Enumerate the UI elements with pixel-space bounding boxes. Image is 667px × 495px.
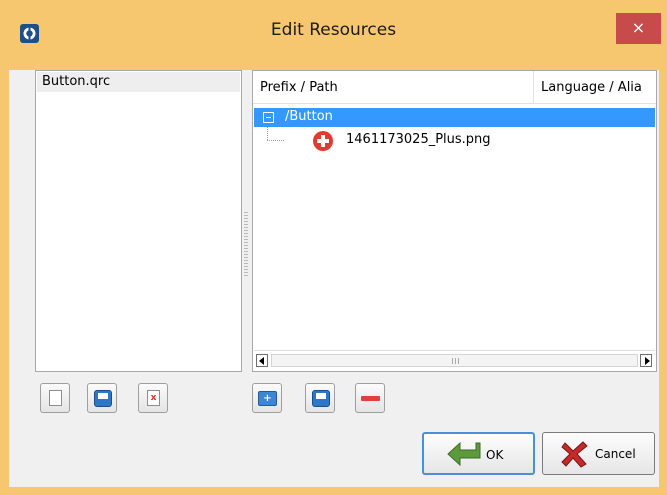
save-icon bbox=[312, 390, 330, 407]
scroll-left-arrow-icon[interactable] bbox=[256, 354, 268, 367]
tree-header: Prefix / Path Language / Alia bbox=[253, 71, 656, 104]
file-list-item[interactable]: Button.qrc bbox=[37, 72, 240, 92]
resource-tree[interactable]: Prefix / Path Language / Alia /Button 14… bbox=[252, 70, 657, 372]
save-resource-button[interactable] bbox=[305, 383, 335, 413]
window-frame-bottom bbox=[0, 487, 667, 495]
window-frame-left bbox=[0, 70, 9, 495]
new-file-button[interactable] bbox=[40, 383, 70, 413]
scrollbar-grip-icon bbox=[452, 358, 460, 364]
collapse-icon[interactable] bbox=[263, 112, 274, 123]
cancel-label: Cancel bbox=[595, 447, 636, 461]
scrollbar-thumb[interactable] bbox=[271, 354, 638, 367]
add-prefix-icon: + bbox=[258, 391, 277, 406]
column-header-language-alias[interactable]: Language / Alia bbox=[541, 80, 642, 95]
ok-label: OK bbox=[486, 448, 504, 462]
tree-branch-line bbox=[267, 127, 268, 141]
save-file-button[interactable] bbox=[87, 383, 117, 413]
column-divider[interactable] bbox=[533, 71, 534, 104]
column-header-prefix-path[interactable]: Prefix / Path bbox=[260, 80, 338, 95]
remove-file-icon: x bbox=[147, 390, 160, 406]
green-arrow-icon bbox=[447, 441, 481, 467]
prefix-label: /Button bbox=[285, 109, 333, 124]
title-bar: Edit Resources × bbox=[0, 0, 667, 70]
window-title: Edit Resources bbox=[270, 20, 397, 40]
add-prefix-button[interactable]: + bbox=[252, 383, 282, 413]
cancel-button[interactable]: Cancel bbox=[542, 432, 655, 475]
new-file-icon bbox=[49, 390, 62, 406]
resource-file-list[interactable]: Button.qrc bbox=[35, 70, 242, 372]
tree-row-file[interactable]: 1461173025_Plus.png bbox=[346, 132, 491, 147]
red-plus-icon bbox=[313, 131, 333, 151]
splitter-handle[interactable] bbox=[244, 212, 248, 276]
remove-resource-button[interactable] bbox=[355, 383, 385, 413]
save-icon bbox=[94, 390, 112, 407]
close-button[interactable]: × bbox=[616, 13, 661, 44]
scroll-right-arrow-icon[interactable] bbox=[640, 354, 652, 367]
tree-branch-line bbox=[267, 140, 285, 141]
ok-button[interactable]: OK bbox=[422, 432, 535, 475]
red-x-icon bbox=[561, 441, 588, 468]
window-frame-right bbox=[659, 70, 667, 495]
tree-row-prefix[interactable]: /Button bbox=[254, 108, 655, 127]
remove-file-button[interactable]: x bbox=[138, 383, 168, 413]
horizontal-scrollbar[interactable] bbox=[254, 350, 655, 370]
remove-icon bbox=[361, 396, 380, 401]
